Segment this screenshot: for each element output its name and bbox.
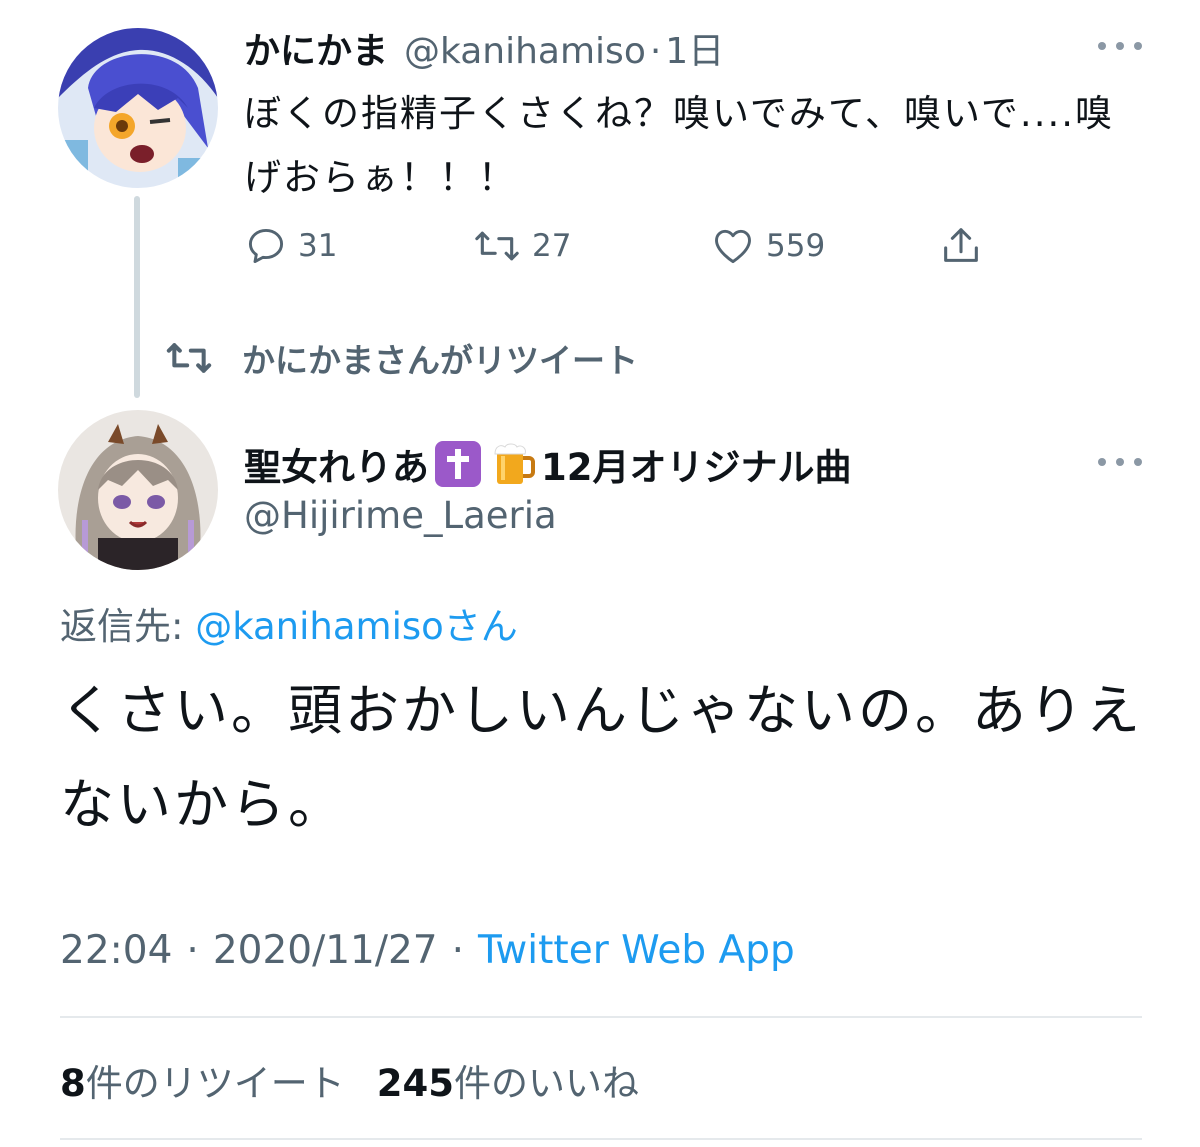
- avatar-kanikama[interactable]: [58, 28, 218, 188]
- header-dot-separator: ·: [649, 31, 662, 72]
- more-icon-dot: [1116, 42, 1124, 50]
- like-count: 559: [766, 228, 826, 264]
- tweet-detail-page: かにかま @kanihamiso · 1日 ぼくの指精子くさくね？嗅いでみて、嗅…: [0, 0, 1200, 1147]
- parent-tweet-header: かにかま @kanihamiso · 1日: [244, 22, 724, 72]
- focal-more-button[interactable]: [1098, 452, 1142, 472]
- more-icon-dot: [1134, 42, 1142, 50]
- likes-stat-count: 245: [376, 1062, 454, 1105]
- avatar-hijirime-image: [58, 410, 218, 570]
- meta-separator: ·: [451, 927, 465, 973]
- reply-to-suffix: さん: [443, 605, 518, 648]
- more-icon-dot: [1134, 458, 1142, 466]
- avatar-kanikama-image: [58, 28, 218, 188]
- parent-time-ago[interactable]: 1日: [665, 22, 724, 74]
- tweet-date[interactable]: 2020/11/27: [213, 928, 438, 973]
- share-button[interactable]: [938, 218, 984, 274]
- retweets-stat-label: 件のリツイート: [85, 1062, 345, 1105]
- latin-cross-emoji-icon: [435, 441, 481, 487]
- heart-icon: [715, 229, 751, 264]
- reply-button[interactable]: 31: [244, 218, 337, 274]
- retweet-context-label: かにかまさんがリツイート: [242, 341, 638, 380]
- retweets-stat-count: 8: [60, 1062, 86, 1105]
- tweet-time[interactable]: 22:04: [60, 928, 172, 973]
- retweet-icon: [166, 343, 212, 373]
- parent-handle[interactable]: @kanihamiso: [404, 31, 646, 72]
- retweet-icon: [475, 231, 519, 261]
- parent-more-button[interactable]: [1098, 36, 1142, 56]
- tweet-source-link[interactable]: Twitter Web App: [478, 928, 795, 973]
- more-icon-dot: [1116, 458, 1124, 466]
- divider: [60, 1016, 1142, 1018]
- focal-handle[interactable]: @Hijirime_Laeria: [244, 494, 557, 537]
- parent-display-name[interactable]: かにかま: [244, 22, 388, 74]
- retweets-stat[interactable]: 8 件のリツイート: [60, 1053, 345, 1107]
- likes-stat[interactable]: 245 件のいいね: [377, 1053, 639, 1107]
- meta-separator: ·: [186, 927, 199, 973]
- divider: [60, 1138, 1142, 1140]
- parent-tweet-text: ぼくの指精子くさくね？嗅いでみて、嗅いで....嗅げおらぁ！！！: [244, 92, 1114, 199]
- focal-tweet-header[interactable]: 聖女れりあ 12月オリジナル曲: [244, 434, 852, 494]
- reply-count: 31: [298, 228, 338, 264]
- reply-to-line: 返信先: @kanihamisoさん: [60, 596, 518, 650]
- avatar-hijirime[interactable]: [58, 410, 218, 570]
- more-icon-dot: [1098, 42, 1106, 50]
- parent-action-bar: 31 27 559: [244, 218, 1024, 274]
- thread-connector-line: [134, 196, 140, 398]
- tweet-stats: 8 件のリツイート 245 件のいいね: [60, 1052, 671, 1108]
- share-icon: [944, 228, 978, 262]
- retweet-button[interactable]: 27: [472, 218, 571, 274]
- retweet-count: 27: [532, 228, 572, 264]
- focal-tweet-text: くさい。頭おかしいんじゃないの。ありえないから。: [60, 679, 1143, 836]
- like-button[interactable]: 559: [710, 218, 825, 274]
- focal-name-suffix: 12月オリジナル曲: [541, 446, 852, 489]
- reply-to-prefix: 返信先:: [60, 605, 184, 648]
- more-icon-dot: [1098, 458, 1106, 466]
- retweet-context[interactable]: かにかまさんがリツイート: [164, 334, 638, 382]
- beer-mug-emoji-icon: [489, 440, 537, 488]
- focal-display-name: 聖女れりあ: [244, 446, 429, 489]
- likes-stat-label: 件のいいね: [453, 1062, 639, 1105]
- reply-icon: [248, 228, 284, 264]
- tweet-meta: 22:04 · 2020/11/27 · Twitter Web App: [60, 922, 795, 978]
- reply-to-mention[interactable]: @kanihamiso: [195, 605, 444, 648]
